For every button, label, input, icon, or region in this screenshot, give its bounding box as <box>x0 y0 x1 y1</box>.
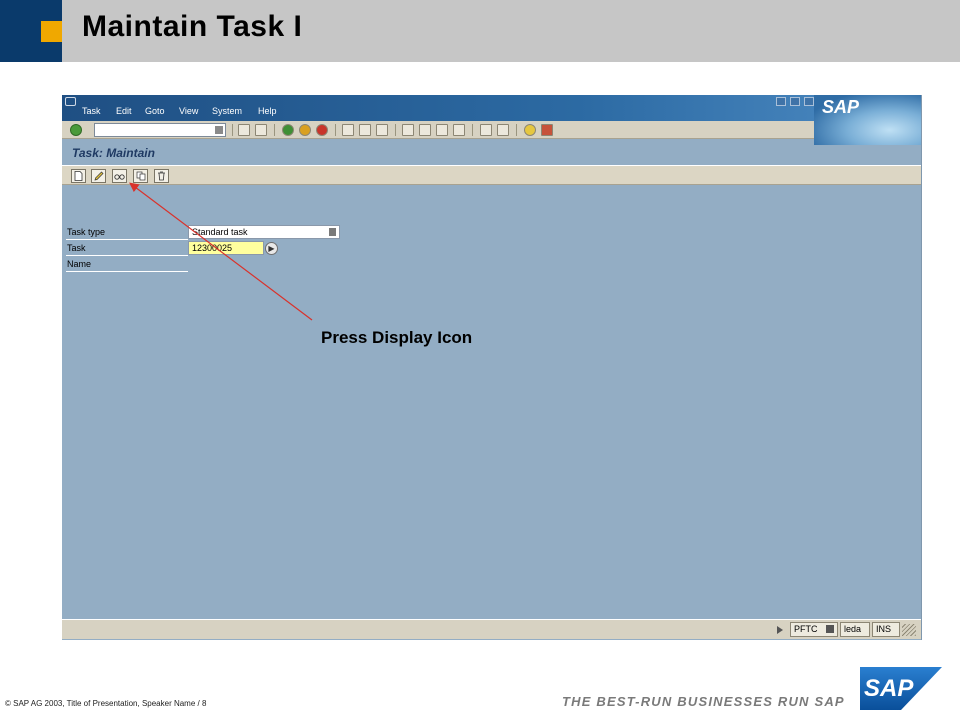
svg-text:SAP: SAP <box>864 675 914 702</box>
application-toolbar <box>62 165 921 185</box>
find-next-icon[interactable] <box>376 124 388 136</box>
title-bar: Task Edit Goto View System Help <box>62 95 921 121</box>
task-label: Task <box>66 242 188 256</box>
task-field[interactable]: 12300025 <box>188 241 264 255</box>
sap-logo: SAP <box>860 667 942 710</box>
slide-title: Maintain Task I <box>82 10 303 43</box>
cancel-icon[interactable] <box>316 124 328 136</box>
footer-copyright: © SAP AG 2003, Title of Presentation, Sp… <box>5 699 207 708</box>
standard-toolbar <box>62 121 814 139</box>
help-icon[interactable] <box>524 124 536 136</box>
display-icon[interactable] <box>112 169 127 183</box>
layout-menu-icon[interactable] <box>541 124 553 136</box>
enter-icon[interactable] <box>70 124 82 136</box>
toolbar-separator <box>395 124 396 136</box>
status-info-icon[interactable] <box>826 625 834 633</box>
close-window-icon[interactable] <box>804 97 814 106</box>
toolbar-separator <box>472 124 473 136</box>
menu-system[interactable]: System <box>212 106 242 116</box>
tagline: THE BEST-RUN BUSINESSES RUN SAP <box>562 694 845 709</box>
status-mode: INS <box>872 622 900 637</box>
header-orange-square <box>41 21 62 42</box>
find-icon[interactable] <box>359 124 371 136</box>
first-page-icon[interactable] <box>402 124 414 136</box>
dropdown-icon[interactable] <box>329 228 336 236</box>
next-page-icon[interactable] <box>436 124 448 136</box>
change-icon[interactable] <box>91 169 106 183</box>
create-icon[interactable] <box>71 169 86 183</box>
toolbar-separator <box>232 124 233 136</box>
save-icon[interactable] <box>255 124 267 136</box>
delete-icon[interactable] <box>154 169 169 183</box>
arrow-left-icon[interactable] <box>238 124 250 136</box>
status-system: PFTC <box>790 622 838 637</box>
task-type-value: Standard task <box>192 227 248 237</box>
new-session-icon[interactable] <box>480 124 492 136</box>
sap-emblem-logo: SAP <box>822 97 860 117</box>
resize-grip-icon[interactable] <box>902 624 916 636</box>
maximize-icon[interactable] <box>790 97 800 106</box>
menu-help[interactable]: Help <box>258 106 277 116</box>
minimize-icon[interactable] <box>776 97 786 106</box>
command-field[interactable] <box>94 123 226 137</box>
shortcut-icon[interactable] <box>497 124 509 136</box>
command-dropdown-icon[interactable] <box>215 126 223 134</box>
toolbar-separator <box>335 124 336 136</box>
sap-gui-window: Task Edit Goto View System Help SAP Task… <box>62 95 922 640</box>
screen-title: Task: Maintain <box>72 146 155 160</box>
menu-edit[interactable]: Edit <box>116 106 132 116</box>
name-label: Name <box>66 258 188 272</box>
status-client: leda <box>840 622 870 637</box>
menu-goto[interactable]: Goto <box>145 106 165 116</box>
task-value: 12300025 <box>192 243 233 253</box>
menu-task[interactable]: Task <box>82 106 101 116</box>
last-page-icon[interactable] <box>453 124 465 136</box>
menu-bar: Task Edit Goto View System Help <box>62 104 802 120</box>
menu-view[interactable]: View <box>179 106 198 116</box>
sap-emblem: SAP <box>814 95 921 145</box>
print-icon[interactable] <box>342 124 354 136</box>
task-type-label: Task type <box>66 226 188 240</box>
copy-icon[interactable] <box>133 169 148 183</box>
search-help-icon[interactable]: ▶ <box>265 242 278 255</box>
annotation-text: Press Display Icon <box>321 328 473 347</box>
status-system-text: PFTC <box>794 624 818 634</box>
toolbar-separator <box>274 124 275 136</box>
toolbar-separator <box>516 124 517 136</box>
status-toggle-icon[interactable] <box>777 626 783 634</box>
exit-icon[interactable] <box>299 124 311 136</box>
task-type-field[interactable]: Standard task <box>188 225 340 239</box>
status-bar: PFTC leda INS <box>62 619 921 639</box>
back-icon[interactable] <box>282 124 294 136</box>
previous-page-icon[interactable] <box>419 124 431 136</box>
